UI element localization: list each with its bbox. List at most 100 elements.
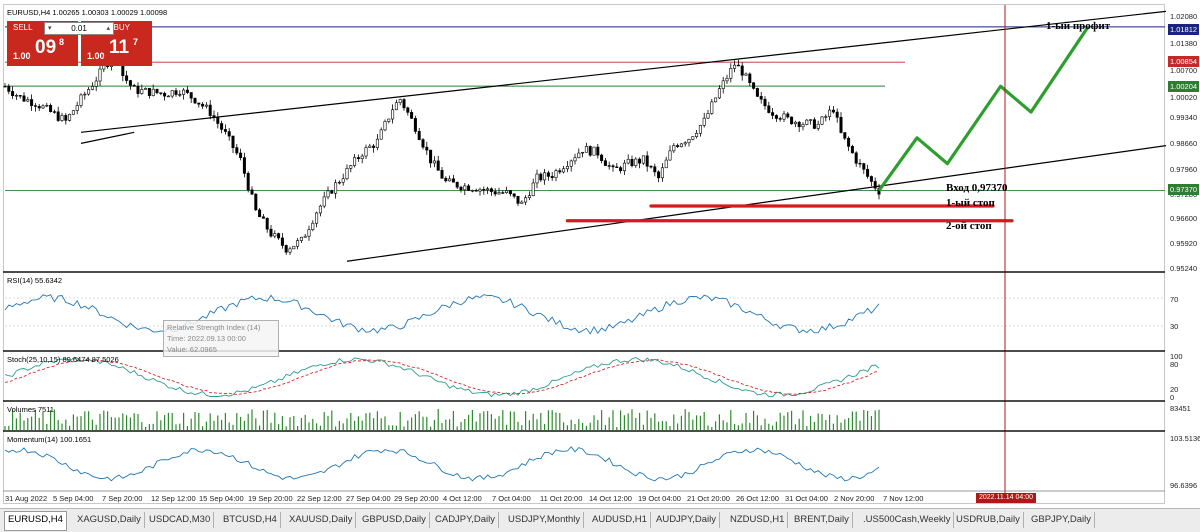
price-tag-red: 1.00854 (1168, 56, 1199, 67)
candle-body (372, 145, 376, 148)
tab-gbpusd-daily[interactable]: GBPUSD,Daily (359, 512, 430, 528)
tab-nzdusd-h1[interactable]: NZDUSD,H1 (727, 512, 789, 528)
candle-body (649, 165, 653, 168)
tab-gbpjpy-daily[interactable]: GBPJPY,Daily (1028, 512, 1096, 528)
price-axis[interactable]: 1.02080 1.01380 1.00700 1.00020 0.99340 … (1166, 0, 1200, 510)
lot-size-input[interactable]: ▾ 0.01 ▴ (44, 22, 114, 35)
tab-cadjpy-daily[interactable]: CADJPY,Daily (432, 512, 500, 528)
candle-body (87, 89, 91, 95)
candle-body (22, 95, 26, 102)
candle-body (448, 178, 452, 182)
candle-body (429, 149, 433, 164)
price-tag-entry: 0.97370 (1168, 184, 1199, 195)
candle-body (725, 78, 729, 82)
candle-body (588, 146, 592, 156)
candle-body (474, 190, 478, 192)
stoch-tick-0: 0 (1170, 393, 1175, 402)
candle-body (763, 98, 767, 107)
candle-body (577, 152, 581, 159)
tab-audjpy-daily[interactable]: AUDJPY,Daily (653, 512, 721, 528)
tab-usdrub-daily[interactable]: USDRUB,Daily (953, 512, 1024, 528)
candle-body (702, 117, 706, 126)
candle-body (706, 113, 710, 119)
indicator-tooltip: Relative Strength Index (14) Time: 2022.… (163, 320, 279, 357)
candle-body (398, 99, 402, 104)
sell-label: SELL (13, 23, 33, 32)
tab-brent-daily[interactable]: BRENT,Daily (791, 512, 853, 528)
tab-us500cash-weekly[interactable]: .US500Cash,Weekly (860, 512, 955, 528)
candle-body (26, 99, 30, 102)
stop-1-annotation: 1-ый стоп (946, 197, 995, 209)
candle-body (505, 190, 509, 193)
rsi-line (4, 294, 880, 335)
candle-body (695, 132, 699, 137)
candle-body (679, 143, 683, 147)
candle-body (668, 150, 672, 161)
chart-title: EURUSD,H4 1.00265 1.00303 1.00029 1.0009… (7, 8, 168, 17)
candle-body (854, 152, 858, 164)
candle-body (311, 222, 315, 230)
candle-body (30, 99, 34, 106)
candle-body (774, 115, 778, 119)
candle-body (558, 170, 562, 173)
tab-usdcad-m30[interactable]: USDCAD,M30 (146, 512, 215, 528)
candle-body (269, 228, 273, 237)
tab-xauusd-daily[interactable]: XAUUSD,Daily (286, 512, 357, 528)
time-label: 4 Oct 12:00 (443, 494, 482, 503)
lot-decrease-icon[interactable]: ▾ (48, 23, 52, 34)
chart-plots[interactable] (0, 0, 1166, 508)
candle-body (98, 68, 102, 82)
time-label: 15 Sep 04:00 (199, 494, 244, 503)
candle-body (341, 178, 345, 183)
price-tag-blue: 1.01812 (1168, 24, 1199, 35)
chart-tabs-bar: EURUSD,H4 XAGUSD,Daily USDCAD,M30 BTCUSD… (0, 508, 1200, 532)
entry-annotation: Вход 0,97370 (946, 182, 1008, 194)
candle-body (869, 176, 873, 182)
time-label: 31 Aug 2022 (5, 494, 48, 503)
candle-body (755, 88, 759, 97)
candle-body (379, 129, 383, 140)
time-label: 7 Oct 04:00 (492, 494, 531, 503)
time-label: 5 Sep 04:00 (53, 494, 94, 503)
candle-body (793, 121, 797, 125)
tab-btcusd-h4[interactable]: BTCUSD,H4 (220, 512, 281, 528)
candle-body (657, 171, 661, 179)
momentum-tick-top: 103.5136 (1170, 434, 1200, 443)
candle-body (873, 181, 877, 189)
candle-body (136, 85, 140, 94)
candle-body (790, 116, 794, 125)
candle-body (345, 168, 349, 180)
candle-body (318, 205, 322, 214)
candle-body (850, 146, 854, 154)
candle-body (778, 118, 782, 120)
candle-body (501, 192, 505, 194)
time-label: 21 Oct 20:00 (687, 494, 730, 503)
lot-increase-icon[interactable]: ▴ (106, 23, 110, 34)
candle-body (56, 111, 60, 121)
candle-body (52, 111, 56, 113)
time-label: 7 Nov 12:00 (883, 494, 924, 503)
tab-eurusd-h4[interactable]: EURUSD,H4 (4, 511, 67, 531)
time-label: 31 Oct 04:00 (785, 494, 828, 503)
time-label: 26 Oct 12:00 (736, 494, 779, 503)
candle-body (299, 237, 303, 241)
projection-path (877, 26, 1090, 192)
tab-audusd-h1[interactable]: AUDUSD,H1 (589, 512, 651, 528)
candle-body (307, 229, 311, 237)
candle-body (227, 131, 231, 137)
sell-price-prefix: 1.00 (13, 51, 31, 61)
candle-body (204, 104, 208, 107)
candle-body (83, 93, 87, 96)
candle-body (223, 129, 227, 132)
candle-body (546, 172, 550, 177)
tab-usdjpy-monthly[interactable]: USDJPY,Monthly (505, 512, 585, 528)
candle-body (337, 181, 341, 184)
tab-xagusd-daily[interactable]: XAGUSD,Daily (74, 512, 145, 528)
candle-body (235, 147, 239, 154)
candle-body (68, 114, 72, 121)
price-tick: 0.98660 (1170, 139, 1198, 148)
candle-body (189, 92, 193, 99)
candle-body (520, 201, 524, 204)
candle-body (812, 119, 816, 129)
candle-body (185, 89, 189, 93)
